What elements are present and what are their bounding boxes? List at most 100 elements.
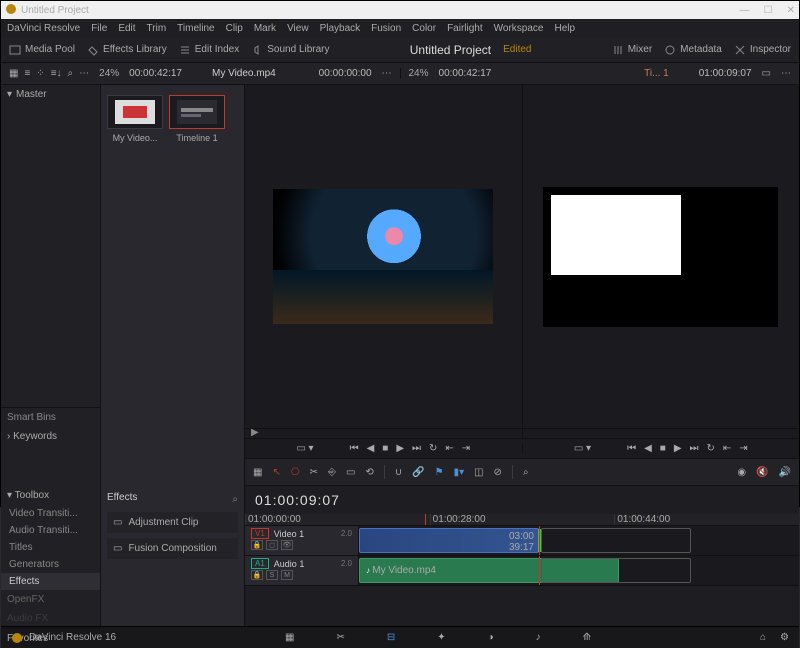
src-mode-icon[interactable]: ▭ ▾	[296, 443, 313, 454]
effects-library-toggle[interactable]: Effects Library	[87, 44, 167, 56]
track-lock[interactable]: 🔒	[251, 570, 263, 580]
page-media[interactable]: ▦	[285, 632, 294, 643]
prg-timeline-name[interactable]: Ti... 1	[644, 68, 669, 79]
audio-monitor-icon[interactable]: ◉	[737, 467, 746, 478]
metadata-toggle[interactable]: Metadata	[664, 44, 722, 56]
video-track-header[interactable]: V1 Video 1 2.0 🔒 ◻ 👁	[245, 526, 359, 555]
edit-index-toggle[interactable]: Edit Index	[179, 44, 239, 56]
effect-fusion-comp[interactable]: ▭ Fusion Composition	[107, 538, 238, 559]
prg-expand-icon[interactable]: ▭	[762, 68, 771, 79]
inspector-toggle[interactable]: Inspector	[734, 44, 791, 56]
src-sort-icon[interactable]: ≡↓	[51, 68, 62, 79]
track-mute[interactable]: M	[281, 570, 293, 580]
menu-workspace[interactable]: Workspace	[494, 23, 544, 34]
media-item-video[interactable]: My Video...	[107, 95, 163, 143]
page-color[interactable]: ◑	[488, 632, 494, 643]
prg-stop[interactable]: ■	[660, 443, 666, 454]
src-options-icon[interactable]: ⋯	[382, 68, 392, 79]
page-fairlight[interactable]: ♪	[536, 632, 541, 643]
src-mark-in[interactable]: ⇤	[445, 443, 453, 454]
range-icon[interactable]: ◫	[474, 467, 483, 478]
prg-zoom[interactable]: 24%	[409, 68, 429, 79]
menu-playback[interactable]: Playback	[320, 23, 361, 34]
flag-icon[interactable]: ⚑	[435, 467, 444, 478]
audiofx[interactable]: Audio FX	[1, 609, 100, 628]
page-cut[interactable]: ✂	[336, 632, 344, 643]
menu-view[interactable]: View	[287, 23, 309, 34]
menu-clip[interactable]: Clip	[226, 23, 243, 34]
fx-audio-trans[interactable]: Audio Transiti...	[1, 522, 100, 539]
media-item-timeline[interactable]: Timeline 1	[169, 95, 225, 143]
openfx[interactable]: OpenFX	[1, 590, 100, 609]
prg-mode-icon[interactable]: ▭ ▾	[574, 443, 591, 454]
menu-edit[interactable]: Edit	[118, 23, 135, 34]
marker-icon[interactable]: ▮▾	[454, 467, 465, 478]
prg-play[interactable]: ▶	[674, 443, 682, 454]
src-first-frame[interactable]: ⏮	[350, 443, 359, 454]
replace-tool[interactable]: ⟲	[365, 467, 373, 478]
close-button[interactable]: ✕	[787, 5, 795, 16]
src-grid-icon[interactable]: ⁘	[36, 68, 44, 79]
overwrite-tool[interactable]: ▭	[346, 467, 355, 478]
prg-mark-in[interactable]: ⇤	[723, 443, 731, 454]
src-mark-out[interactable]: ⇥	[462, 443, 470, 454]
settings-icon[interactable]: ⚙	[780, 632, 789, 643]
src-stop[interactable]: ■	[382, 443, 388, 454]
fx-generators[interactable]: Generators	[1, 556, 100, 573]
menu-file[interactable]: File	[91, 23, 107, 34]
fx-titles[interactable]: Titles	[1, 539, 100, 556]
bypass-icon[interactable]: ⊘	[494, 467, 502, 478]
effect-adjustment-clip[interactable]: ▭ Adjustment Clip	[107, 512, 238, 533]
master-bin[interactable]: ▾ Master	[1, 85, 100, 104]
src-search-icon[interactable]: ⌕	[68, 68, 74, 79]
zoom-icon[interactable]: ⌕	[523, 467, 529, 478]
menu-color[interactable]: Color	[412, 23, 436, 34]
mixer-toggle[interactable]: Mixer	[612, 44, 652, 56]
src-prev-frame[interactable]: ◀	[367, 443, 375, 454]
insert-tool[interactable]: ⎆	[328, 467, 336, 478]
track-solo[interactable]: S	[266, 570, 278, 580]
mark-in-icon[interactable]: ▶	[251, 427, 259, 438]
prg-next-frame[interactable]: ⏭	[690, 443, 699, 454]
minimize-button[interactable]: —	[740, 5, 750, 16]
prg-mark-out[interactable]: ⇥	[739, 443, 747, 454]
media-pool-toggle[interactable]: Media Pool	[9, 44, 75, 56]
playhead[interactable]	[425, 514, 426, 525]
audio-lane[interactable]: ♪ My Video.mp4	[359, 556, 799, 585]
home-icon[interactable]: ⌂	[760, 632, 766, 643]
selection-tool[interactable]: ↖	[272, 467, 280, 478]
fx-effects[interactable]: Effects	[1, 573, 100, 590]
blade-tool[interactable]: ✂	[310, 467, 318, 478]
program-viewer[interactable]	[523, 85, 800, 428]
menu-timeline[interactable]: Timeline	[177, 23, 214, 34]
maximize-button[interactable]: ☐	[764, 5, 773, 16]
smart-bins-header[interactable]: Smart Bins	[1, 407, 100, 427]
fx-video-trans[interactable]: Video Transiti...	[1, 505, 100, 522]
menu-fairlight[interactable]: Fairlight	[447, 23, 483, 34]
audio-track-header[interactable]: A1 Audio 1 2.0 🔒 S M	[245, 556, 359, 585]
prg-loop[interactable]: ↻	[707, 443, 715, 454]
src-clip-name[interactable]: My Video.mp4	[212, 68, 276, 79]
prg-first-frame[interactable]: ⏮	[627, 443, 636, 454]
track-lock[interactable]: 🔒	[251, 540, 263, 550]
volume-icon[interactable]: 🔊	[779, 467, 791, 478]
video-gap[interactable]	[541, 528, 691, 553]
menu-fusion[interactable]: Fusion	[371, 23, 401, 34]
src-play[interactable]: ▶	[396, 443, 404, 454]
search-icon[interactable]: ⌕	[232, 494, 238, 505]
timeline-timecode[interactable]: 01:00:09:07	[255, 492, 340, 508]
src-next-frame[interactable]: ⏭	[412, 443, 421, 454]
page-edit[interactable]: ⊟	[387, 632, 395, 643]
page-deliver[interactable]: ⟰	[583, 632, 591, 643]
trim-tool[interactable]: ⎔	[291, 467, 300, 478]
track-disable[interactable]: ◻	[266, 540, 278, 550]
src-thumbnails-icon[interactable]: ▦	[9, 68, 18, 79]
audio-gap[interactable]	[541, 558, 691, 583]
snap-icon[interactable]: ∪	[395, 467, 402, 478]
video-clip[interactable]: 03:0039:17	[359, 528, 539, 553]
src-more-icon[interactable]: ⋯	[79, 68, 89, 79]
mute-icon[interactable]: 🔇	[756, 467, 768, 478]
timeline-view-icon[interactable]: ▦	[253, 467, 262, 478]
src-loop[interactable]: ↻	[429, 443, 437, 454]
link-icon[interactable]: 🔗	[412, 467, 424, 478]
